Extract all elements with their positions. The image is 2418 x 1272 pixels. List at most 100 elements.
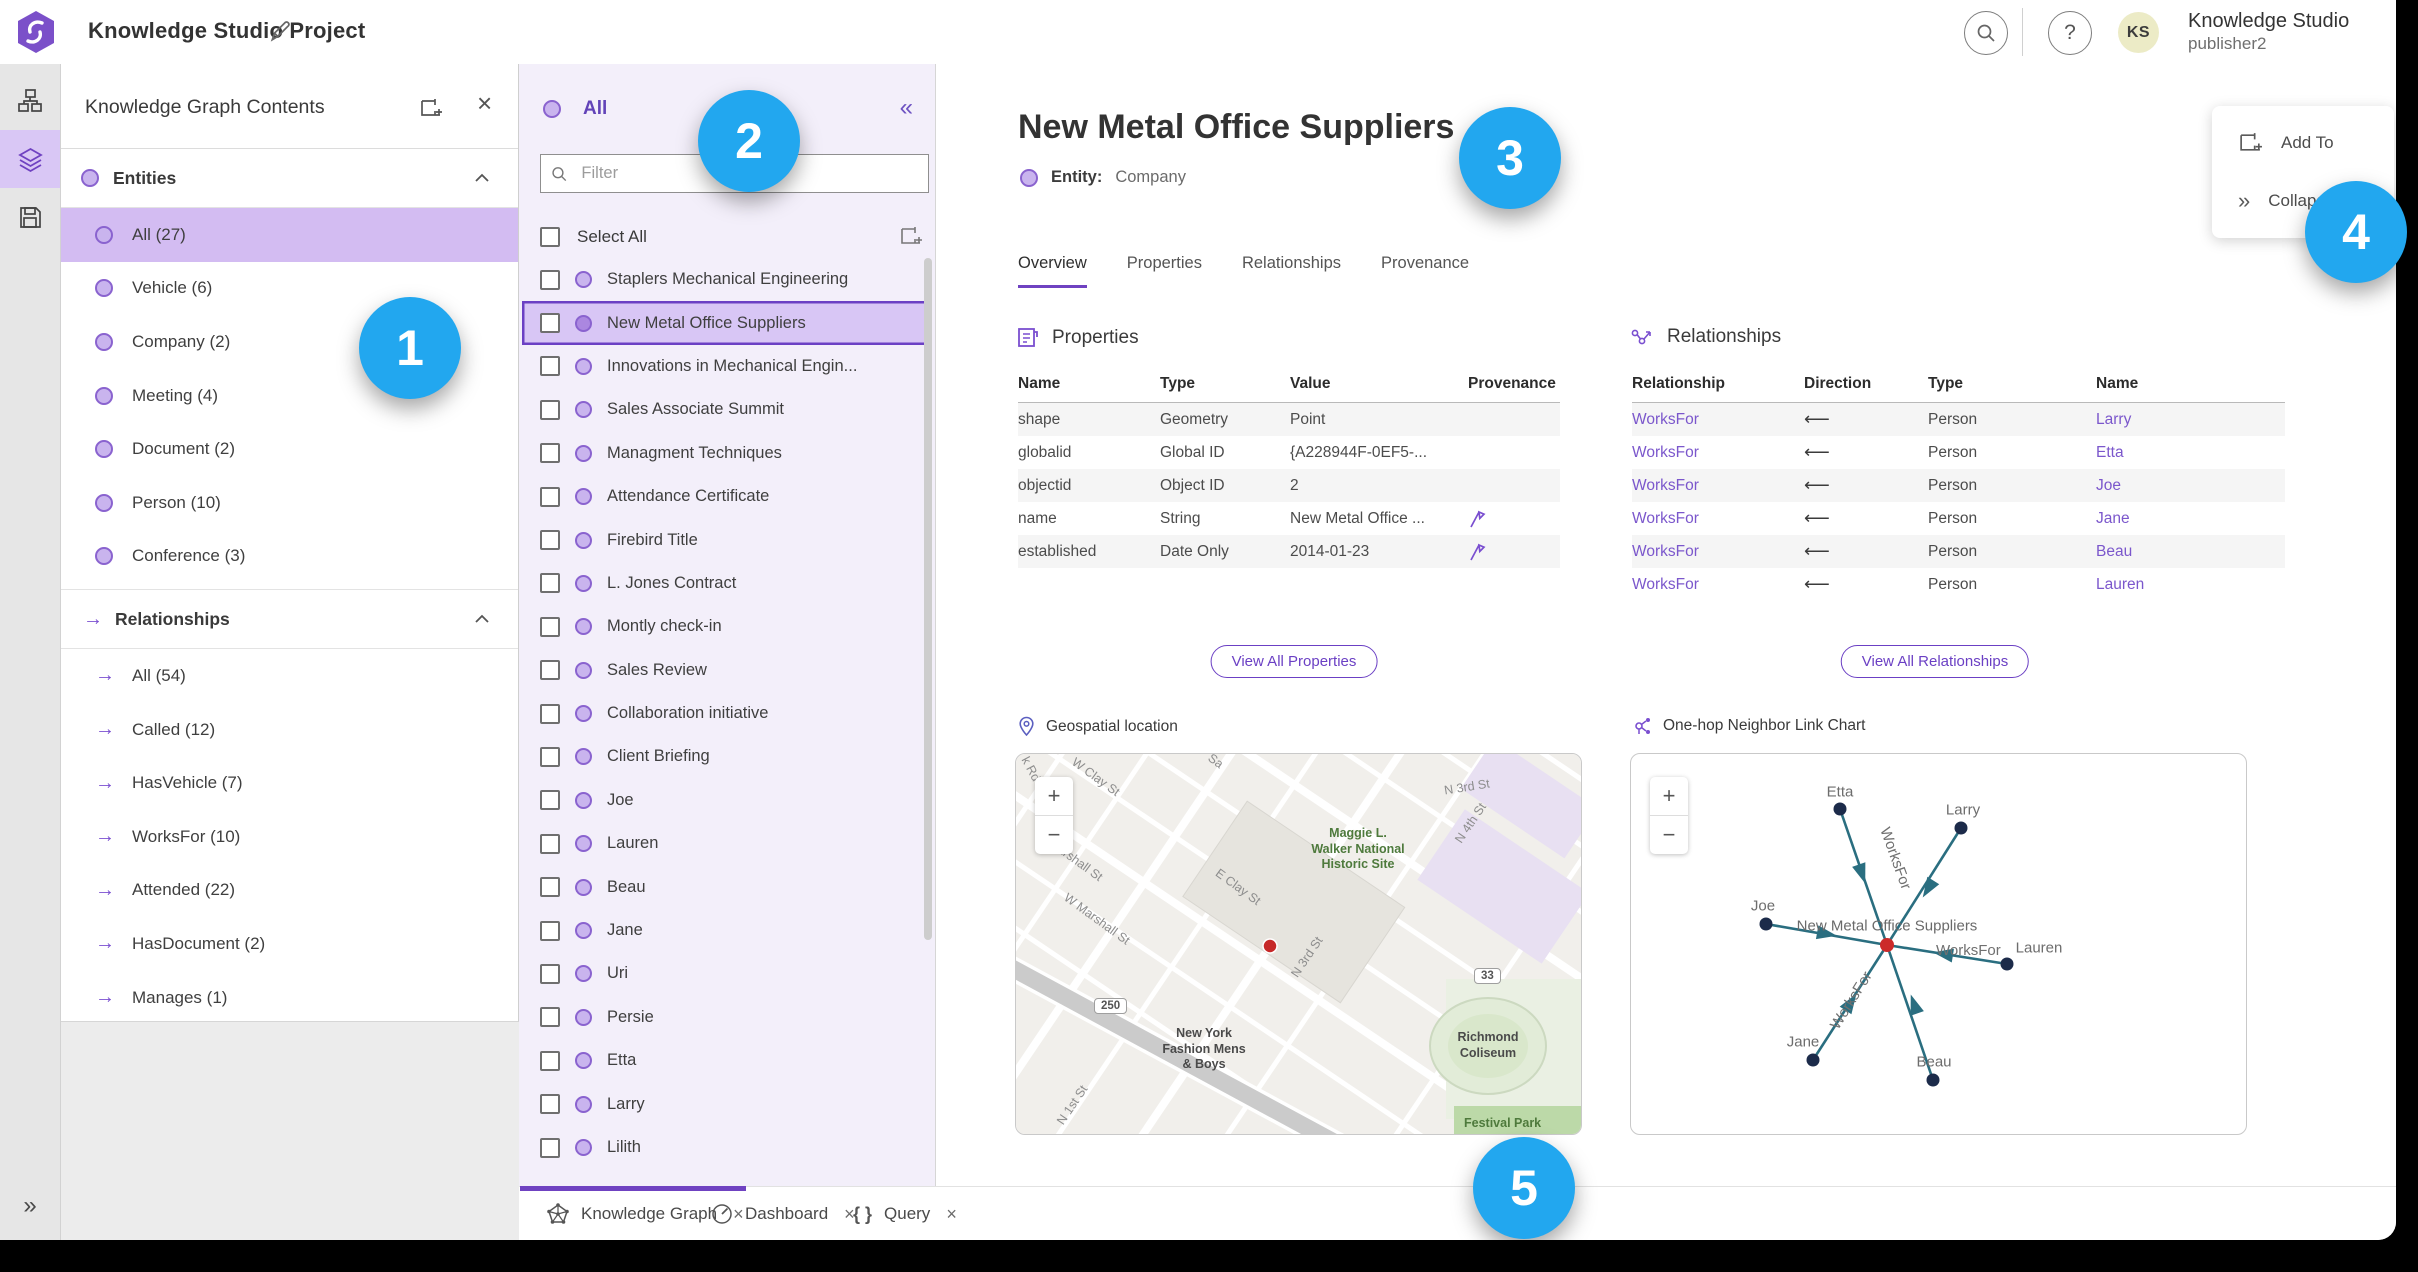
search-button[interactable] <box>1964 11 2008 55</box>
edit-title-icon[interactable] <box>268 18 294 44</box>
item-checkbox[interactable] <box>540 790 560 811</box>
item-checkbox[interactable] <box>540 486 560 507</box>
tab-dashboard[interactable]: Dashboard × <box>711 1187 855 1240</box>
entity-instance-item[interactable]: Sales Associate Summit <box>522 388 927 431</box>
zoom-in-button[interactable]: + <box>1650 777 1688 816</box>
entity-instance-item[interactable]: Innovations in Mechanical Engin... <box>522 345 927 388</box>
add-to-menu-item[interactable]: Add To <box>2238 130 2334 155</box>
related-entity-link[interactable]: Lauren <box>2096 576 2285 594</box>
view-all-relationships-button[interactable]: View All Relationships <box>1840 645 2030 678</box>
entity-instance-item[interactable]: Montly check-in <box>522 605 927 648</box>
entity-type-item[interactable]: Vehicle (6) <box>61 262 518 316</box>
related-entity-link[interactable]: Joe <box>2096 477 2285 495</box>
entity-instance-item[interactable]: Etta <box>522 1039 927 1082</box>
relationship-link[interactable]: WorksFor <box>1632 444 1804 462</box>
add-to-new-window-icon[interactable] <box>899 224 923 248</box>
entity-instance-item[interactable]: New Metal Office Suppliers <box>522 301 927 345</box>
relationship-type-item[interactable]: → HasDocument (2) <box>61 917 518 971</box>
entities-section-header[interactable]: Entities <box>61 149 518 208</box>
entity-instance-item[interactable]: Beau <box>522 865 927 908</box>
item-checkbox[interactable] <box>540 833 560 854</box>
item-checkbox[interactable] <box>540 356 560 377</box>
collapse-caret-icon[interactable] <box>474 173 490 183</box>
item-checkbox[interactable] <box>540 573 560 594</box>
link-chart-widget[interactable]: Etta Larry Joe Lauren Jane Beau New Meta… <box>1630 753 2247 1135</box>
close-panel-icon[interactable]: × <box>477 88 492 119</box>
node-label[interactable]: Jane <box>1787 1034 1820 1051</box>
relationship-type-item[interactable]: → Manages (1) <box>61 971 518 1025</box>
item-checkbox[interactable] <box>540 746 560 767</box>
item-checkbox[interactable] <box>540 269 560 290</box>
related-entity-link[interactable]: Beau <box>2096 543 2285 561</box>
relationship-link[interactable]: WorksFor <box>1632 411 1804 429</box>
collapse-panel-icon[interactable]: « <box>900 94 913 122</box>
relationship-type-item[interactable]: → WorksFor (10) <box>61 810 518 864</box>
relationship-type-item[interactable]: → Called (12) <box>61 703 518 757</box>
zoom-out-button[interactable]: − <box>1650 816 1688 854</box>
related-entity-link[interactable]: Larry <box>2096 411 2285 429</box>
center-node-label[interactable]: New Metal Office Suppliers <box>1797 918 1978 935</box>
related-entity-link[interactable]: Jane <box>2096 510 2285 528</box>
entity-type-item[interactable]: Document (2) <box>61 422 518 476</box>
tab-properties[interactable]: Properties <box>1127 254 1202 288</box>
entity-instance-item[interactable]: Larry <box>522 1082 927 1125</box>
entity-instance-item[interactable]: Joe <box>522 779 927 822</box>
provenance-flag-icon[interactable] <box>1468 509 1486 529</box>
list-scrollbar[interactable] <box>924 258 932 940</box>
item-checkbox[interactable] <box>540 443 560 464</box>
entity-type-item[interactable]: Conference (3) <box>61 530 518 584</box>
node-label[interactable]: Lauren <box>2016 940 2063 957</box>
entity-instance-item[interactable]: Sales Review <box>522 649 927 692</box>
item-checkbox[interactable] <box>540 313 560 334</box>
item-checkbox[interactable] <box>540 530 560 551</box>
entity-instance-item[interactable]: Lilith <box>522 1126 927 1169</box>
item-checkbox[interactable] <box>540 1007 560 1028</box>
relationship-link[interactable]: WorksFor <box>1632 477 1804 495</box>
collapse-caret-icon[interactable] <box>474 614 490 624</box>
select-all-row[interactable]: Select All <box>540 216 929 258</box>
entity-instance-item[interactable]: Staplers Mechanical Engineering <box>522 258 927 301</box>
entity-instance-item[interactable]: Persie <box>522 996 927 1039</box>
entity-instance-item[interactable]: L. Jones Contract <box>522 562 927 605</box>
item-checkbox[interactable] <box>540 963 560 984</box>
save-rail-button[interactable] <box>0 188 60 246</box>
relationship-type-item[interactable]: → Attended (22) <box>61 864 518 918</box>
zoom-out-button[interactable]: − <box>1035 816 1073 854</box>
provenance-flag-icon[interactable] <box>1468 542 1486 562</box>
item-checkbox[interactable] <box>540 920 560 941</box>
node-label[interactable]: Joe <box>1751 898 1775 915</box>
relationship-link[interactable]: WorksFor <box>1632 543 1804 561</box>
close-tab-icon[interactable]: × <box>946 1204 957 1225</box>
entity-instance-item[interactable]: Managment Techniques <box>522 432 927 475</box>
zoom-in-button[interactable]: + <box>1035 777 1073 816</box>
map-widget[interactable]: k Rd W Clay St Sa N 3rd St N 4th St Magg… <box>1015 753 1582 1135</box>
entity-instance-item[interactable]: Attendance Certificate <box>522 475 927 518</box>
item-checkbox[interactable] <box>540 1094 560 1115</box>
avatar[interactable]: KS <box>2118 12 2159 53</box>
tab-overview[interactable]: Overview <box>1018 254 1087 288</box>
item-checkbox[interactable] <box>540 1050 560 1071</box>
entity-instance-item[interactable]: Collaboration initiative <box>522 692 927 735</box>
entity-instance-item[interactable]: Lauren <box>522 822 927 865</box>
add-to-new-window-icon[interactable] <box>419 96 443 120</box>
user-menu[interactable]: Knowledge Studio publisher2 <box>2188 10 2349 54</box>
tab-query[interactable]: { } Query × <box>853 1187 957 1240</box>
relationships-section-header[interactable]: → Relationships <box>61 590 518 650</box>
expand-rail-button[interactable]: » <box>0 1192 60 1220</box>
entity-instance-item[interactable]: Uri <box>522 952 927 995</box>
item-checkbox[interactable] <box>540 703 560 724</box>
related-entity-link[interactable]: Etta <box>2096 444 2285 462</box>
item-checkbox[interactable] <box>540 616 560 637</box>
item-checkbox[interactable] <box>540 877 560 898</box>
node-label[interactable]: Etta <box>1827 784 1854 801</box>
entity-instance-item[interactable]: Firebird Title <box>522 518 927 561</box>
item-checkbox[interactable] <box>540 660 560 681</box>
select-all-checkbox[interactable] <box>540 227 560 247</box>
entity-instance-item[interactable]: Client Briefing <box>522 735 927 778</box>
entity-type-item[interactable]: All (27) <box>61 208 518 262</box>
tab-relationships[interactable]: Relationships <box>1242 254 1341 288</box>
item-checkbox[interactable] <box>540 1137 560 1158</box>
contents-rail-button[interactable] <box>0 130 60 188</box>
relationship-type-item[interactable]: → HasVehicle (7) <box>61 756 518 810</box>
tab-provenance[interactable]: Provenance <box>1381 254 1469 288</box>
